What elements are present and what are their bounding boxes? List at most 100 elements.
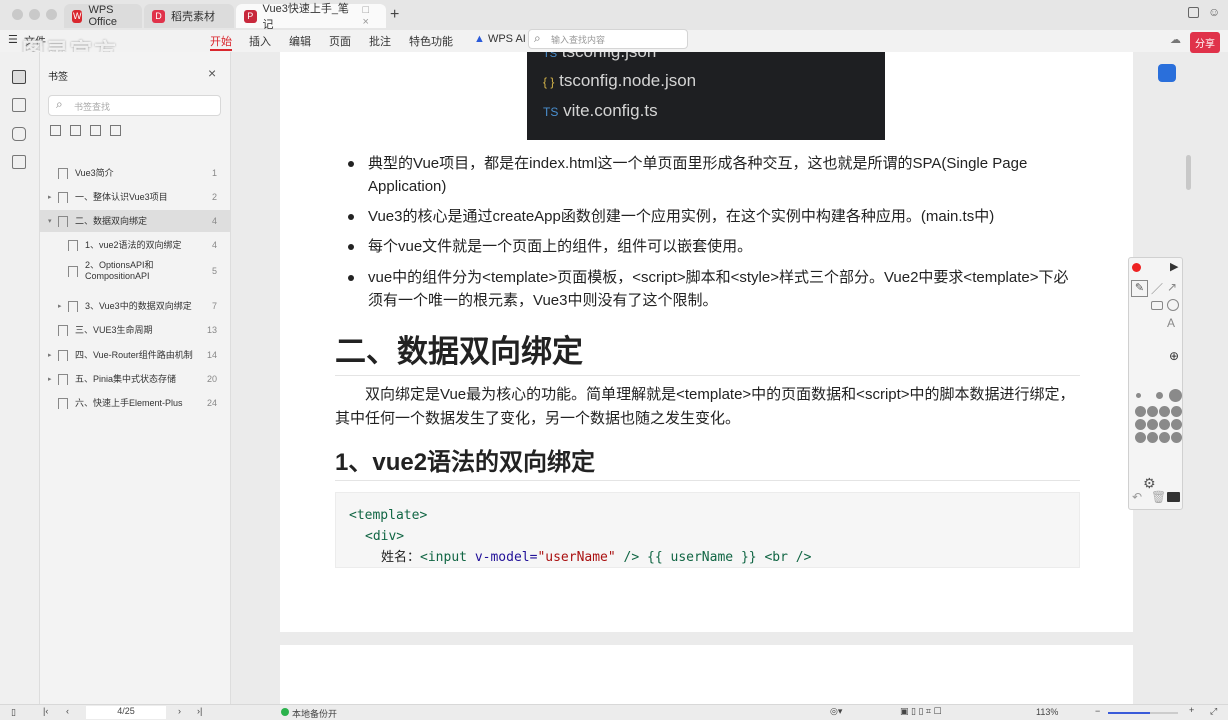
new-tab-button[interactable]: +	[390, 6, 399, 24]
play-icon[interactable]: ▶	[1170, 260, 1178, 273]
bookmark-item[interactable]: Vue3简介 1	[40, 162, 230, 184]
page-number-input[interactable]: 4/25	[86, 706, 166, 719]
bookmark-icon	[68, 300, 78, 312]
minimize-window-button[interactable]	[29, 9, 40, 20]
bullet-dot	[348, 161, 354, 167]
file-name: tsconfig.json	[562, 52, 657, 61]
color-swatch[interactable]	[1171, 406, 1182, 417]
zoom-level[interactable]: 113%	[1036, 707, 1058, 717]
expand-toggle-icon[interactable]: ▸	[48, 375, 52, 383]
size-large[interactable]	[1169, 389, 1182, 402]
size-medium[interactable]	[1156, 392, 1163, 399]
expand-toggle-icon[interactable]: ▾	[48, 217, 52, 225]
tab-wps-office[interactable]: W WPS Office	[64, 4, 142, 28]
next-page-button[interactable]: ›	[178, 706, 181, 716]
bookmark-panel-icon[interactable]	[12, 70, 26, 84]
color-swatch[interactable]	[1159, 432, 1170, 443]
color-swatch[interactable]	[1171, 432, 1182, 443]
zoom-in-button[interactable]: +	[1189, 705, 1194, 715]
bookmark-item[interactable]: ▸ 五、Pinia集中式状态存储 20	[40, 368, 230, 390]
menu-features[interactable]: 特色功能	[409, 33, 453, 49]
backup-status[interactable]: 本地备份开	[292, 707, 337, 720]
close-tab-icon[interactable]: □ ×	[362, 4, 378, 28]
bookmark-item[interactable]: 1、vue2语法的双向绑定 4	[40, 234, 230, 256]
add-bookmark-icon[interactable]	[50, 125, 61, 136]
bookmark-label: 四、Vue-Router组件路由机制	[75, 349, 193, 360]
color-swatch[interactable]	[1147, 406, 1158, 417]
bookmark-item[interactable]: ▸ 3、Vue3中的数据双向绑定 7	[40, 295, 230, 317]
zoom-icon[interactable]: ⊕	[1169, 349, 1179, 363]
add-sub-bookmark-icon[interactable]	[70, 125, 81, 136]
bookmark-item[interactable]: 2、OptionsAPI和CompositionAPI 5	[40, 256, 230, 286]
menu-home[interactable]: 开始	[210, 33, 232, 51]
menu-edit[interactable]: 编辑	[289, 33, 311, 49]
trash-icon[interactable]: 🗑	[1151, 490, 1166, 504]
color-swatch[interactable]	[1171, 419, 1182, 430]
ellipse-icon[interactable]	[1167, 299, 1179, 311]
document-page-next	[280, 645, 1133, 705]
color-swatch[interactable]	[1135, 419, 1146, 430]
color-swatch[interactable]	[1135, 432, 1146, 443]
menu-insert[interactable]: 插入	[249, 33, 271, 49]
zoom-out-button[interactable]: −	[1095, 706, 1100, 716]
close-window-button[interactable]	[12, 9, 23, 20]
wps-ai-button[interactable]: ▲ WPS AI	[474, 33, 526, 45]
zoom-slider[interactable]	[1108, 712, 1178, 714]
text-icon[interactable]: A	[1167, 316, 1175, 330]
floating-assistant-icon[interactable]	[1158, 64, 1176, 82]
color-swatch[interactable]	[1147, 432, 1158, 443]
arrow-icon[interactable]: ↗	[1167, 280, 1177, 294]
navigation-icon[interactable]	[12, 155, 26, 169]
search-input[interactable]: 输入查找内容	[528, 29, 688, 49]
paragraph: 双向绑定是Vue最为核心的功能。简单理解就是<template>中的页面数据和<…	[335, 386, 1075, 427]
share-button[interactable]: 分享	[1190, 32, 1220, 53]
color-swatch[interactable]	[1159, 406, 1170, 417]
expand-toggle-icon[interactable]: ▸	[48, 351, 52, 359]
hamburger-icon[interactable]: ☰	[8, 33, 18, 46]
undo-icon[interactable]: ↶	[1132, 490, 1142, 504]
record-icon[interactable]	[1132, 263, 1141, 272]
close-panel-icon[interactable]: ×	[208, 65, 216, 81]
delete-bookmark-icon[interactable]	[90, 125, 101, 136]
bookmark-page: 1	[211, 168, 217, 178]
tab-vue3-notes[interactable]: P Vue3快速上手_笔记 □ ×	[236, 3, 386, 31]
folder-icon[interactable]	[1167, 492, 1180, 502]
bookmark-search-input[interactable]: 书签查找	[48, 95, 221, 116]
bookmark-item[interactable]: ▸ 四、Vue-Router组件路由机制 14	[40, 344, 230, 366]
menu-comment[interactable]: 批注	[369, 33, 391, 49]
maximize-window-button[interactable]	[46, 9, 57, 20]
image-icon[interactable]	[12, 98, 26, 112]
bookmark-label: 一、整体认识Vue3项目	[75, 191, 168, 202]
sidebar-toggle-icon[interactable]: ▯	[11, 707, 16, 718]
first-page-button[interactable]: |‹	[43, 706, 48, 716]
color-swatch[interactable]	[1135, 406, 1146, 417]
bookmark-item[interactable]: ▸ 一、整体认识Vue3项目 2	[40, 186, 230, 208]
bookmark-page: 5	[211, 266, 217, 276]
account-icon[interactable]: ☺	[1208, 5, 1220, 19]
vertical-scrollbar[interactable]	[1186, 155, 1191, 190]
edit-bookmark-icon[interactable]	[110, 125, 121, 136]
fullscreen-icon[interactable]: ⤢	[1210, 706, 1217, 717]
expand-toggle-icon[interactable]: ▸	[48, 193, 52, 201]
color-swatch[interactable]	[1147, 419, 1158, 430]
eye-protection-icon[interactable]: ◎▾	[830, 706, 842, 717]
size-small[interactable]	[1136, 393, 1141, 398]
bookmark-item[interactable]: ▾ 二、数据双向绑定 4	[40, 210, 230, 232]
bullet-text: vue中的组件分为<template>页面模板，<script>脚本和<styl…	[368, 269, 1069, 309]
layout-icon[interactable]	[1188, 7, 1199, 18]
tab-daoke[interactable]: D 稻壳素材	[144, 4, 234, 28]
cloud-icon[interactable]: ☁	[1170, 33, 1181, 46]
bookmark-item[interactable]: 六、快速上手Element-Plus 24	[40, 392, 230, 414]
view-mode-icons[interactable]: ▣ ▯ ▯ ⌗ ☐	[900, 706, 942, 717]
pen-icon[interactable]: ✎	[1131, 280, 1148, 297]
line-icon[interactable]: ／	[1151, 280, 1163, 297]
expand-toggle-icon[interactable]: ▸	[58, 302, 62, 310]
comment-icon[interactable]	[12, 127, 26, 141]
code-text: 姓名：	[381, 550, 421, 565]
menu-page[interactable]: 页面	[329, 33, 351, 49]
prev-page-button[interactable]: ‹	[66, 706, 69, 716]
bookmark-item[interactable]: 三、VUE3生命周期 13	[40, 319, 230, 341]
rectangle-icon[interactable]	[1151, 301, 1163, 310]
last-page-button[interactable]: ›|	[197, 706, 202, 716]
color-swatch[interactable]	[1159, 419, 1170, 430]
